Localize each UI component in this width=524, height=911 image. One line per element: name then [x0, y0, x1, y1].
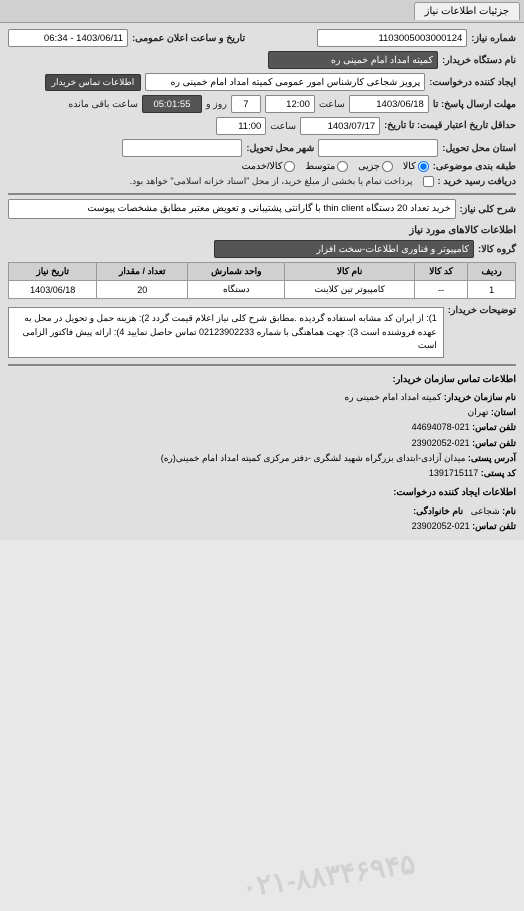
radio-jozei-input[interactable] — [382, 161, 393, 172]
radio-motevaset-input[interactable] — [337, 161, 348, 172]
name-v: شجاعی — [471, 506, 500, 516]
cell-date: 1403/06/18 — [9, 281, 97, 299]
tel2-k: تلفن تماس: — [472, 521, 516, 531]
price-deadline-label: حداقل تاریخ اعتبار قیمت: تا تاریخ: — [384, 120, 516, 131]
cell-code: -- — [414, 281, 467, 299]
creator-contact-header: اطلاعات ایجاد کننده درخواست: — [8, 485, 516, 501]
watermark-phone: ۰۲۱-۸۸۳۴۶۹۴۵ — [239, 840, 419, 911]
tel2-v: 021-23902052 — [412, 521, 470, 531]
group-label: گروه کالا: — [478, 244, 516, 255]
days-field: 7 — [231, 95, 261, 113]
col-qty: تعداد / مقدار — [97, 263, 188, 281]
creator-label: ایجاد کننده درخواست: — [429, 77, 516, 88]
buyer-field: کمیته امداد امام خمینی ره — [268, 51, 438, 69]
addr-k: آدرس پستی: — [468, 453, 516, 463]
radio-motevaset[interactable]: متوسط — [305, 161, 348, 172]
table-header-row: ردیف کد کالا نام کالا واحد شمارش تعداد /… — [9, 263, 516, 281]
org-v: کمیته امداد امام خمینی ره — [345, 392, 442, 402]
creator-field: پرویز شجاعی کارشناس امور عمومی کمیته امد… — [145, 73, 425, 91]
radio-jozei[interactable]: جزیی — [358, 161, 393, 172]
radio-kala-khedmat-input[interactable] — [284, 161, 295, 172]
cell-name: کامپیوتر تین کلاینت — [285, 281, 414, 299]
table-row: 1 -- کامپیوتر تین کلاینت دستگاه 20 1403/… — [9, 281, 516, 299]
col-date: تاریخ نیاز — [9, 263, 97, 281]
hour-label-1: ساعت — [319, 99, 345, 110]
col-name: نام کالا — [285, 263, 414, 281]
radio-kala-text: کالا — [403, 161, 416, 172]
cell-qty: 20 — [97, 281, 188, 299]
reply-deadline-hour: 12:00 — [265, 95, 315, 113]
col-idx: ردیف — [468, 263, 516, 281]
receipt-label: دریافت رسید خرید : — [438, 176, 516, 187]
datetime-field: 1403/06/11 - 06:34 — [8, 29, 128, 47]
datetime-label: تاریخ و ساعت اعلان عمومی: — [132, 33, 245, 44]
zip-v: 1391715117 — [429, 468, 478, 478]
col-unit: واحد شمارش — [188, 263, 285, 281]
notes-box: 1): از ایران کد مشابه استفاده گردیده .مط… — [8, 307, 444, 358]
reply-deadline-label: مهلت ارسال پاسخ: تا — [433, 99, 516, 110]
reply-deadline-date: 1403/06/18 — [349, 95, 429, 113]
fax-k: تلفن تماس: — [472, 438, 516, 448]
radio-kala-khedmat[interactable]: کالا/خدمت — [242, 161, 296, 172]
radio-kala-input[interactable] — [418, 161, 429, 172]
group-field: کامپیوتر و فناوری اطلاعات-سخت افزار — [214, 240, 474, 258]
main-content: شماره نیاز: 1103005003000124 تاریخ و ساع… — [0, 23, 524, 540]
radio-kala-khedmat-text: کالا/خدمت — [242, 161, 283, 172]
hour-label-2: ساعت — [270, 121, 296, 132]
goods-section-title: اطلاعات کالاهای مورد نیاز — [8, 225, 516, 236]
reqno-field: 1103005003000124 — [317, 29, 467, 47]
receipt-checkbox[interactable] — [423, 176, 434, 187]
name-k: نام: — [502, 506, 516, 516]
tab-bar: جزئیات اطلاعات نیاز — [0, 0, 524, 23]
days-label: روز و — [206, 99, 227, 110]
prov-k: استان: — [491, 407, 516, 417]
delivery-city-field — [122, 139, 242, 157]
delivery-province-label: استان محل تحویل: — [442, 143, 516, 154]
price-deadline-hour: 11:00 — [216, 117, 266, 135]
delivery-province-field — [318, 139, 438, 157]
title-field: خرید تعداد 20 دستگاه thin client با گارا… — [8, 199, 456, 219]
cell-idx: 1 — [468, 281, 516, 299]
fam-k: نام خانوادگی: — [413, 506, 463, 516]
notes-label: توضیحات خریدار: — [448, 305, 516, 316]
contact-header: اطلاعات تماس سازمان خریدار: — [8, 372, 516, 388]
prov-v: تهران — [468, 407, 489, 417]
receipt-text: پرداخت تمام یا بخشی از مبلغ خرید، از محل… — [130, 176, 413, 187]
contact-section: ۰۲۱-۸۸۳۴۶۹۴۵ اطلاعات تماس سازمان خریدار:… — [8, 372, 516, 535]
radio-kala[interactable]: کالا — [403, 161, 429, 172]
remain-label: ساعت باقی مانده — [68, 99, 138, 110]
tel-k: تلفن تماس: — [472, 422, 516, 432]
receipt-check[interactable] — [423, 176, 434, 187]
addr-v: میدان آزادی-ابتدای بزرگراه شهید لشگری -د… — [161, 453, 466, 463]
category-label: طبقه بندی موضوعی: — [433, 161, 516, 172]
remain-field: 05:01:55 — [142, 95, 202, 113]
reqno-label: شماره نیاز: — [471, 33, 516, 44]
goods-table: ردیف کد کالا نام کالا واحد شمارش تعداد /… — [8, 262, 516, 299]
radio-motevaset-text: متوسط — [305, 161, 335, 172]
fax-v: 021-23902052 — [412, 438, 470, 448]
price-deadline-date: 1403/07/17 — [300, 117, 380, 135]
tab-details[interactable]: جزئیات اطلاعات نیاز — [414, 2, 520, 20]
buyer-label: نام دستگاه خریدار: — [442, 55, 516, 66]
separator-2 — [8, 364, 516, 366]
title-label: شرح کلی نیاز: — [460, 204, 516, 215]
tel-v: 021-44694078 — [412, 422, 470, 432]
zip-k: کد پستی: — [481, 468, 516, 478]
contact-buyer-button[interactable]: اطلاعات تماس خریدار — [45, 74, 142, 91]
col-code: کد کالا — [414, 263, 467, 281]
separator-1 — [8, 193, 516, 195]
delivery-city-label: شهر محل تحویل: — [246, 143, 314, 154]
cell-unit: دستگاه — [188, 281, 285, 299]
radio-jozei-text: جزیی — [358, 161, 380, 172]
org-k: نام سازمان خریدار: — [444, 392, 516, 402]
